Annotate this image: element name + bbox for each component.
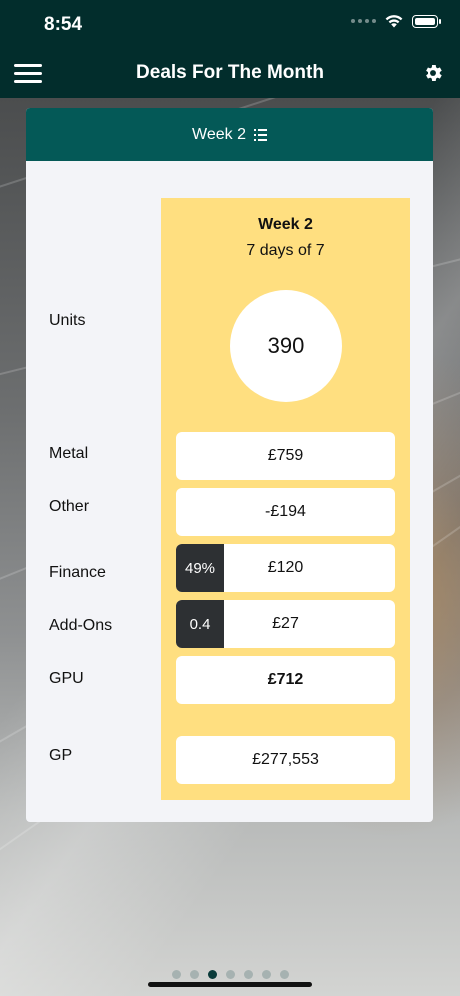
week-title: Week 2 [258,216,313,233]
gear-icon[interactable] [422,62,444,84]
label-other: Other [49,498,90,515]
page-dot[interactable] [189,970,199,979]
battery-icon [412,14,441,28]
page-dot[interactable] [261,970,271,979]
page-dot[interactable] [225,970,235,979]
status-time: 8:54 [44,14,83,35]
page-dot[interactable] [207,970,217,979]
label-addons: Add-Ons [49,617,113,634]
label-metal: Metal [49,445,89,462]
label-gpu: GPU [49,670,84,687]
page-dot[interactable] [243,970,253,979]
addons-ratio-badge: 0.4 [176,600,224,648]
page-dot[interactable] [279,970,289,979]
week-selector-label: Week 2 [192,125,246,143]
week-column: Week 2 7 days of 7 390 £759 -£194 49% £1… [161,198,410,800]
other-value: -£194 [265,503,306,520]
gpu-value: £712 [267,671,304,688]
units-value: 390 [267,333,305,358]
finance-value: £120 [267,559,304,576]
page-title: Deals For The Month [136,62,324,83]
metal-value-box: £759 [176,432,395,480]
label-units: Units [49,312,86,329]
gp-value-box: £277,553 [176,736,395,784]
finance-penetration-badge: 49% [176,544,224,592]
addons-value-box: 0.4 £27 [176,600,395,648]
gp-value: £277,553 [252,751,319,768]
signal-icon [351,19,376,23]
label-gp: GP [49,747,73,764]
label-finance: Finance [49,564,106,581]
gpu-value-box: £712 [176,656,395,704]
finance-value-box: 49% £120 [176,544,395,592]
home-indicator [148,982,312,987]
deals-card: Week 2 Units Metal Other Finance Add-Ons… [26,108,433,822]
list-icon [253,128,267,141]
metal-value: £759 [267,447,304,464]
week-selector[interactable]: Week 2 [26,108,433,161]
week-days-progress: 7 days of 7 [246,242,325,259]
top-bar: 8:54 Deals For The Month [0,0,460,98]
page-dot[interactable] [171,970,181,979]
status-icons [351,14,441,28]
page-indicator[interactable] [0,970,460,979]
wifi-icon [385,15,403,28]
addons-value: £27 [272,615,299,632]
other-value-box: -£194 [176,488,395,536]
units-circle: 390 [230,290,342,402]
